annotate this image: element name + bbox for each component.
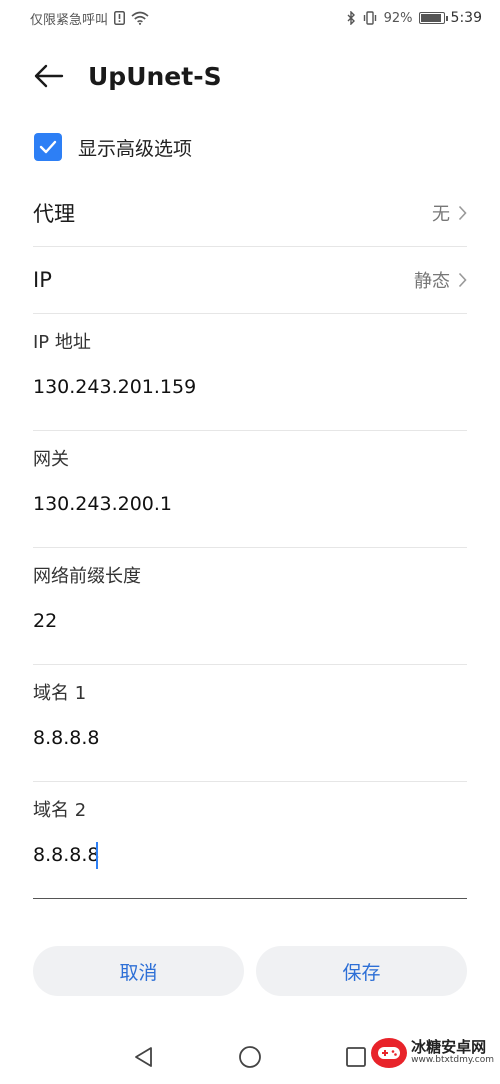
prefix-length-input[interactable]: [33, 610, 467, 632]
status-left: 仅限紧急呼叫: [30, 9, 149, 28]
nav-recents-icon[interactable]: [340, 1041, 372, 1073]
proxy-row[interactable]: 代理 无: [33, 180, 467, 247]
cancel-button[interactable]: 取消: [33, 946, 244, 996]
checkmark-icon: [39, 140, 57, 154]
status-right: 92% 5:39: [347, 10, 482, 26]
sim-alert-icon: [114, 11, 126, 25]
carrier-text: 仅限紧急呼叫: [30, 12, 109, 28]
ip-mode-value-group: 静态: [414, 267, 467, 293]
dns2-field-group: 域名 2: [33, 782, 467, 899]
gateway-label: 网关: [33, 449, 69, 470]
advanced-option-label: 显示高级选项: [78, 137, 193, 160]
prefix-length-field-group: 网络前缀长度: [33, 548, 467, 665]
status-bar: 仅限紧急呼叫 92% 5:39: [0, 0, 500, 36]
ip-address-label: IP 地址: [33, 332, 91, 353]
gamepad-logo-icon: [371, 1038, 408, 1068]
action-buttons: 取消 保存: [33, 946, 467, 996]
proxy-label: 代理: [33, 202, 75, 226]
dns2-label: 域名 2: [33, 800, 87, 821]
save-button[interactable]: 保存: [256, 946, 467, 996]
status-time: 5:39: [450, 10, 482, 26]
gateway-input[interactable]: [33, 493, 467, 515]
advanced-checkbox[interactable]: [34, 133, 62, 161]
gateway-field-group: 网关: [33, 431, 467, 548]
bluetooth-icon: [347, 11, 356, 25]
vibrate-icon: [362, 11, 378, 25]
show-advanced-option[interactable]: 显示高级选项: [34, 128, 192, 166]
ip-mode-label: IP: [33, 268, 52, 292]
chevron-right-icon: [458, 272, 467, 288]
dns1-input[interactable]: [33, 727, 467, 749]
watermark: 冰糖安卓网 www.btxtdmy.com: [371, 1038, 494, 1068]
watermark-text: 冰糖安卓网 www.btxtdmy.com: [411, 1040, 494, 1065]
nav-home-icon[interactable]: [234, 1041, 266, 1073]
chevron-right-icon: [458, 205, 467, 221]
watermark-name: 冰糖安卓网: [411, 1038, 487, 1057]
watermark-url: www.btxtdmy.com: [411, 1055, 494, 1066]
ip-address-input[interactable]: [33, 376, 467, 398]
nav-back-icon[interactable]: [128, 1041, 160, 1073]
page-title: UpUnet-S: [88, 61, 222, 91]
text-cursor: [96, 842, 98, 869]
ip-address-field-group: IP 地址: [33, 314, 467, 431]
prefix-length-label: 网络前缀长度: [33, 566, 141, 587]
battery-percent: 92%: [383, 10, 413, 26]
proxy-value: 无: [432, 204, 450, 225]
wifi-icon: [131, 11, 149, 25]
ip-mode-value: 静态: [414, 271, 450, 292]
settings-list: 代理 无 IP 静态 IP 地址 网关 网络前缀长度 域名 1 域名 2: [33, 180, 467, 899]
back-arrow-icon[interactable]: [32, 59, 66, 93]
dns1-field-group: 域名 1: [33, 665, 467, 782]
dns2-input[interactable]: [33, 844, 467, 866]
dns1-label: 域名 1: [33, 683, 87, 704]
ip-mode-row[interactable]: IP 静态: [33, 247, 467, 314]
battery-icon: [418, 12, 448, 24]
proxy-value-group: 无: [432, 200, 467, 226]
header: UpUnet-S: [0, 46, 500, 106]
